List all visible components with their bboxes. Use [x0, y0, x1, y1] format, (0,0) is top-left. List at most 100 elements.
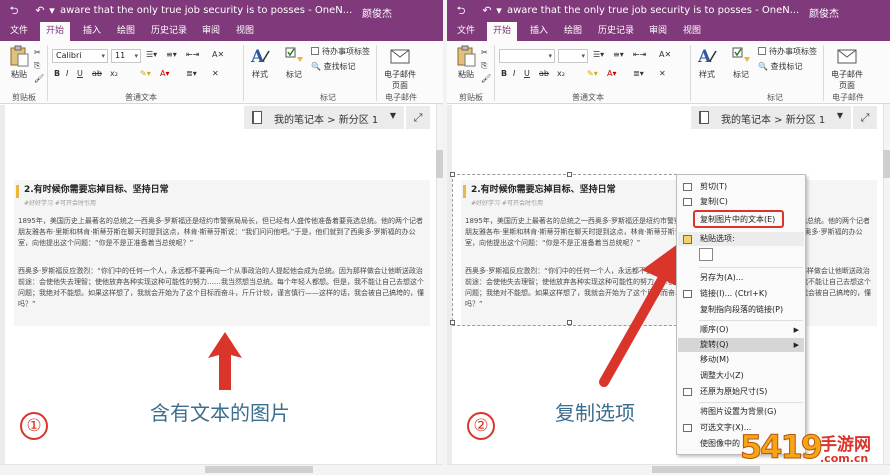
subscript-icon[interactable]: x₂	[557, 68, 565, 80]
tab-review[interactable]: 审阅	[196, 22, 226, 41]
undo-icon[interactable]: ↶	[34, 5, 46, 17]
bold-icon[interactable]: B	[54, 68, 60, 80]
text-group-label: 普通文本	[125, 93, 157, 102]
tab-view[interactable]: 视图	[230, 22, 260, 41]
email-page-button[interactable]: 电子邮件页面	[828, 45, 866, 91]
resize-handle[interactable]	[450, 320, 455, 325]
highlight-icon[interactable]: ✎▾	[587, 68, 598, 80]
menu-item-copy[interactable]: 复制(C)	[678, 195, 804, 209]
format-painter-icon[interactable]: 🖌	[481, 73, 491, 85]
clear-format-icon[interactable]: A✕	[659, 49, 671, 61]
paste-button[interactable]: 粘贴	[452, 45, 480, 80]
notebook-navigation[interactable]: 我的笔记本 > 新分区 1 ▼	[691, 106, 851, 129]
expand-icon[interactable]: ⤢	[853, 106, 877, 129]
menu-item-cut[interactable]: 剪切(T)	[678, 180, 804, 194]
clear-icon[interactable]: ✕	[659, 68, 666, 80]
resize-handle[interactable]	[450, 172, 455, 177]
menu-item-set-as-background[interactable]: 将图片设置为背景(G)	[678, 405, 804, 419]
clear-icon[interactable]: ✕	[212, 68, 219, 80]
italic-icon[interactable]: I	[66, 68, 68, 80]
paste-button[interactable]: 粘贴	[5, 45, 33, 80]
font-name-select[interactable]: Calibri ▾	[52, 49, 108, 63]
resize-handle[interactable]	[567, 172, 572, 177]
expand-icon[interactable]: ⤢	[406, 106, 430, 129]
font-size-select[interactable]: 11 ▾	[111, 49, 141, 63]
email-icon	[390, 49, 410, 64]
email-page-button[interactable]: 电子邮件页面	[381, 45, 419, 91]
cut-icon[interactable]: ✂	[481, 47, 488, 59]
font-size-select[interactable]: ▾	[558, 49, 588, 63]
format-painter-icon[interactable]: 🖌	[34, 73, 44, 85]
tab-draw[interactable]: 绘图	[111, 22, 141, 41]
tab-insert[interactable]: 插入	[524, 22, 554, 41]
tab-home[interactable]: 开始	[40, 22, 71, 41]
styles-button[interactable]: A 样式	[694, 45, 720, 80]
dropdown-icon[interactable]: ▾	[493, 5, 505, 17]
strikethrough-icon[interactable]: ab	[539, 68, 549, 80]
scroll-thumb[interactable]	[436, 150, 443, 178]
tab-file[interactable]: 文件	[4, 22, 34, 41]
tab-home[interactable]: 开始	[487, 22, 518, 41]
bullets-icon[interactable]: ☰▾	[593, 49, 604, 61]
underline-icon[interactable]: U	[524, 68, 530, 80]
numbering-icon[interactable]: ≡▾	[613, 49, 624, 61]
indent-icon[interactable]: ⇤⇥	[633, 49, 646, 61]
user-name[interactable]: 颜俊杰	[809, 5, 839, 20]
styles-button[interactable]: A 样式	[247, 45, 273, 80]
cut-icon[interactable]: ✂	[34, 47, 41, 59]
paste-option-button[interactable]	[699, 248, 713, 261]
menu-item-resize[interactable]: 调整大小(Z)	[678, 369, 804, 383]
menu-item-rotate[interactable]: 旋转(Q) ▶	[678, 338, 804, 352]
article-image[interactable]: 2.有时候你需要忘掉目标、坚持日常 #好好学习 #可开会时引用 1895年，美国…	[14, 180, 430, 326]
italic-icon[interactable]: I	[513, 68, 515, 80]
scroll-thumb[interactable]	[205, 466, 313, 473]
menu-item-save-as[interactable]: 另存为(A)...	[678, 271, 804, 285]
dropdown-icon[interactable]: ▾	[46, 5, 58, 17]
copy-icon[interactable]: ⎘	[481, 60, 487, 72]
bullets-icon[interactable]: ☰▾	[146, 49, 157, 61]
clear-format-icon[interactable]: A✕	[212, 49, 224, 61]
indent-icon[interactable]: ⇤⇥	[186, 49, 199, 61]
menu-item-restore-size[interactable]: 还原为原始尺寸(S)	[678, 385, 804, 399]
highlight-icon[interactable]: ✎▾	[140, 68, 151, 80]
back-icon[interactable]: ⮌	[455, 5, 467, 17]
font-color-icon[interactable]: A▾	[160, 68, 170, 80]
back-icon[interactable]: ⮌	[8, 5, 20, 17]
tab-review[interactable]: 审阅	[643, 22, 673, 41]
tab-view[interactable]: 视图	[677, 22, 707, 41]
tag-button[interactable]: 标记	[729, 45, 753, 80]
numbering-icon[interactable]: ≡▾	[166, 49, 177, 61]
bold-icon[interactable]: B	[501, 68, 507, 80]
tab-insert[interactable]: 插入	[77, 22, 107, 41]
resize-handle[interactable]	[567, 320, 572, 325]
font-name-select[interactable]: ▾	[499, 49, 555, 63]
menu-tabs: 文件 开始 插入 绘图 历史记录 审阅 视图	[447, 22, 890, 41]
subscript-icon[interactable]: x₂	[110, 68, 118, 80]
menu-item-link[interactable]: 链接(I)... (Ctrl+K)	[678, 287, 804, 301]
onenote-window-left: ⮌ ↶ ▾ aware that the only true job secur…	[0, 0, 443, 475]
tab-history[interactable]: 历史记录	[592, 22, 640, 41]
tab-history[interactable]: 历史记录	[145, 22, 193, 41]
todo-tag-checkbox[interactable]: 待办事项标签	[311, 46, 370, 58]
strikethrough-icon[interactable]: ab	[92, 68, 102, 80]
find-tags-button[interactable]: 🔍 查找标记	[311, 61, 356, 73]
todo-tag-checkbox[interactable]: 待办事项标签	[758, 46, 817, 58]
tag-button[interactable]: 标记	[282, 45, 306, 80]
undo-icon[interactable]: ↶	[481, 5, 493, 17]
font-color-icon[interactable]: A▾	[607, 68, 617, 80]
align-icon[interactable]: ≣▾	[186, 68, 197, 80]
menu-paste-options-header: 粘贴选项:	[678, 232, 804, 246]
find-tags-button[interactable]: 🔍 查找标记	[758, 61, 803, 73]
tab-file[interactable]: 文件	[451, 22, 481, 41]
menu-item-order[interactable]: 顺序(O) ▶	[678, 323, 804, 337]
align-icon[interactable]: ≣▾	[633, 68, 644, 80]
underline-icon[interactable]: U	[77, 68, 83, 80]
menu-item-copy-link-to-paragraph[interactable]: 复制指向段落的链接(P)	[678, 303, 804, 317]
scroll-thumb[interactable]	[883, 150, 890, 178]
tab-draw[interactable]: 绘图	[558, 22, 588, 41]
notebook-navigation[interactable]: 我的笔记本 > 新分区 1 ▼	[244, 106, 404, 129]
svg-text:A: A	[250, 47, 265, 67]
user-name[interactable]: 颜俊杰	[362, 5, 392, 20]
menu-item-move[interactable]: 移动(M)	[678, 353, 804, 367]
copy-icon[interactable]: ⎘	[34, 60, 40, 72]
